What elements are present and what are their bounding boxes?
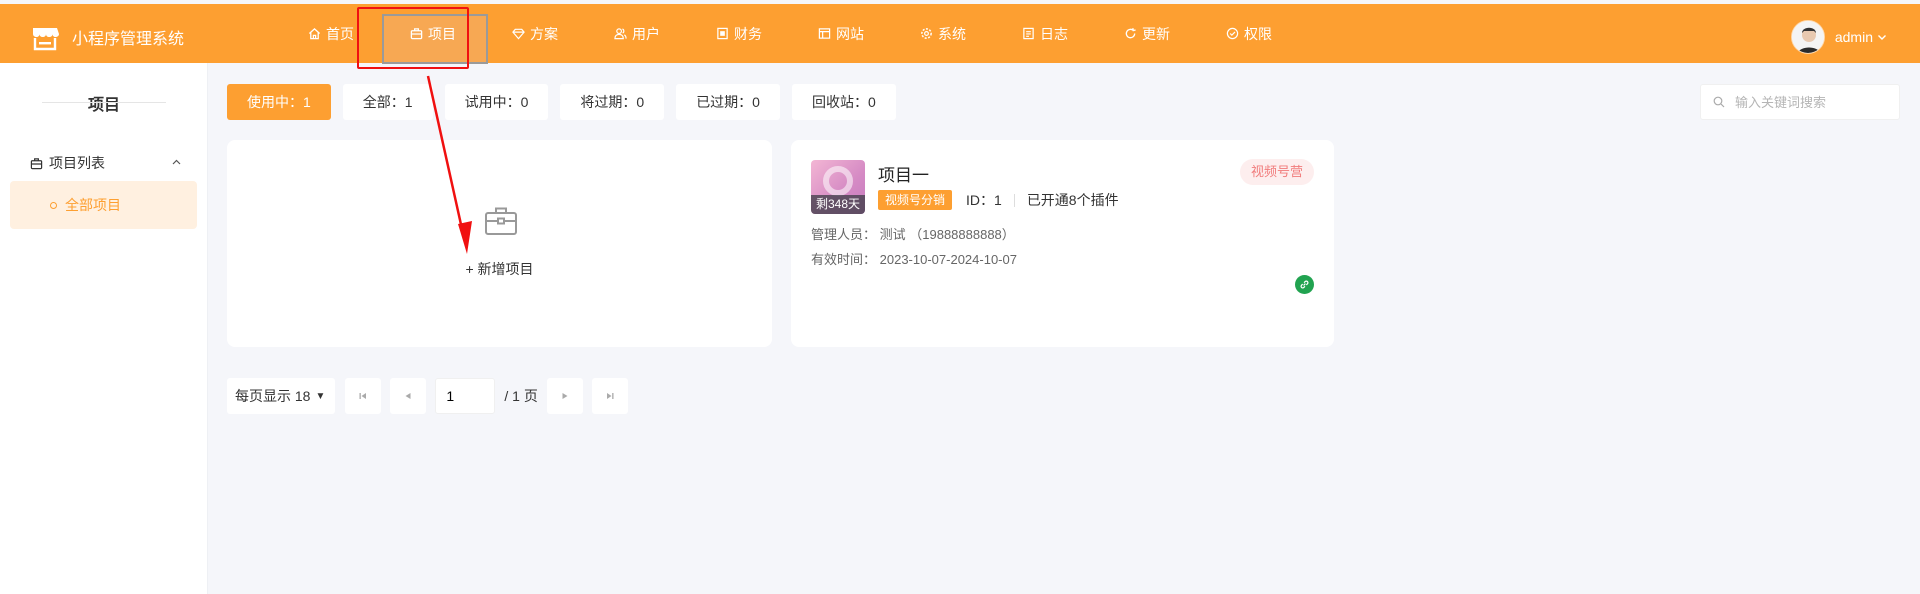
divider (1013, 193, 1015, 207)
tab-recycle-bin[interactable]: 回收站：0 (791, 84, 896, 120)
website-icon (818, 28, 831, 39)
gear-icon (921, 28, 932, 39)
status-filter-tabs: 使用中：1 全部：1 试用中：0 将过期：0 已过期：0 回收站：0 (227, 84, 908, 120)
store-logo-icon (33, 28, 59, 51)
top-navbar: 小程序管理系统 首页 项目 方案 用户 财务 网站 系统 日志 更新 权限 ad… (0, 4, 1920, 64)
main-nav: 首页 项目 方案 用户 财务 网站 系统 日志 更新 权限 (280, 4, 1300, 64)
plugin-count: 已开通8个插件 (1026, 192, 1119, 208)
first-page-button[interactable] (345, 378, 382, 414)
project-thumbnail: 剩348天 (811, 160, 865, 214)
nav-label: 权限 (1244, 25, 1272, 42)
tab-in-use[interactable]: 使用中：1 (227, 84, 331, 120)
home-icon (308, 27, 321, 40)
valid-value: 2023-10-07-2024-10-07 (879, 252, 1017, 267)
page-size-value: 每页显示 18 (235, 388, 311, 404)
log-icon (1023, 27, 1034, 40)
project-id: ID：1 (966, 192, 1002, 208)
nav-label: 首页 (326, 25, 354, 42)
nav-label: 日志 (1040, 25, 1068, 42)
sidebar-item-label: 全部项目 (65, 197, 121, 213)
prev-page-icon (405, 393, 411, 399)
pagination: 每页显示 18 ▼ / 1 页 (227, 378, 637, 414)
nav-label: 财务 (734, 25, 762, 42)
chain-link-icon (1300, 280, 1309, 289)
shield-check-icon (1226, 27, 1239, 40)
nav-permission[interactable]: 权限 (1198, 4, 1300, 63)
days-left-badge: 剩348天 (811, 195, 865, 214)
nav-finance[interactable]: 财务 (688, 4, 790, 63)
nav-label: 方案 (530, 25, 558, 42)
add-project-label: + 新增项目 (465, 261, 534, 277)
sidebar-title-text: 项目 (87, 97, 120, 114)
nav-project[interactable]: 项目 (382, 4, 488, 64)
diamond-icon (512, 28, 525, 40)
nav-label: 用户 (632, 25, 660, 42)
chevron-up-icon (172, 159, 181, 165)
divider (42, 102, 104, 103)
refresh-icon (1125, 27, 1136, 39)
app-brand[interactable]: 小程序管理系统 (30, 22, 184, 52)
next-page-button[interactable] (546, 378, 583, 414)
sidebar-item-all-projects[interactable]: 全部项目 (10, 181, 197, 229)
first-page-icon (359, 393, 367, 399)
briefcase-icon (30, 157, 43, 169)
nav-home[interactable]: 首页 (280, 4, 382, 63)
nav-label: 更新 (1142, 25, 1170, 42)
users-icon (614, 28, 627, 40)
nav-plan[interactable]: 方案 (484, 4, 586, 63)
avatar (1790, 20, 1825, 54)
add-project-card[interactable]: + 新增项目 (227, 140, 772, 347)
nav-users[interactable]: 用户 (586, 4, 688, 63)
link-icon[interactable] (1295, 275, 1314, 294)
search-input[interactable] (1735, 94, 1885, 110)
prev-page-button[interactable] (390, 378, 427, 414)
page-number-input[interactable] (435, 378, 496, 414)
sidebar: 项目 项目列表 全部项目 (0, 63, 208, 594)
tab-trial[interactable]: 试用中：0 (444, 84, 549, 120)
nav-website[interactable]: 网站 (790, 4, 892, 63)
caret-down-icon: ▼ (315, 390, 326, 402)
bullet-icon (50, 201, 57, 209)
nav-system[interactable]: 系统 (892, 4, 994, 63)
tab-expiring[interactable]: 将过期：0 (560, 84, 665, 120)
last-page-button[interactable] (591, 378, 628, 414)
last-page-icon (606, 393, 614, 399)
app-title: 小程序管理系统 (72, 31, 185, 48)
briefcase-icon (485, 207, 517, 235)
nav-label: 项目 (428, 25, 456, 42)
page-size-select[interactable]: 每页显示 18 ▼ (227, 378, 336, 414)
project-type-badge: 视频号分销 (878, 190, 953, 210)
username: admin (1834, 29, 1873, 45)
page-total: / 1 页 (504, 388, 538, 404)
manager-label: 管理人员： (811, 227, 877, 242)
project-meta: 视频号分销 ID：1 已开通8个插件 (878, 190, 1119, 210)
next-page-icon (562, 393, 568, 399)
sidebar-title: 项目 (0, 91, 208, 115)
project-validity: 有效时间： 2023-10-07-2024-10-07 (811, 249, 1017, 268)
user-menu[interactable]: admin (1790, 19, 1887, 55)
project-card[interactable]: 剩348天 项目一 视频号营 视频号分销 ID：1 已开通8个插件 管理人员： … (791, 140, 1334, 347)
search-icon (1713, 96, 1725, 108)
project-manager: 管理人员： 测试 （19888888888） (811, 224, 1015, 243)
divider (104, 102, 166, 103)
nav-label: 网站 (836, 25, 864, 42)
tab-all[interactable]: 全部：1 (342, 84, 433, 120)
tab-expired[interactable]: 已过期：0 (676, 84, 780, 120)
search-box (1700, 84, 1900, 120)
nav-label: 系统 (938, 25, 966, 42)
briefcase-icon (410, 28, 423, 40)
sidebar-group-project-list[interactable]: 项目列表 (0, 143, 208, 183)
nav-update[interactable]: 更新 (1096, 4, 1198, 63)
valid-label: 有效时间： (811, 252, 877, 267)
thumbnail-ring-icon (823, 166, 853, 196)
manager-value: 测试 （19888888888） (879, 227, 1015, 242)
project-type-tag: 视频号营 (1239, 159, 1314, 185)
chevron-down-icon (1878, 35, 1886, 40)
sidebar-group-label: 项目列表 (49, 155, 105, 171)
user-avatar-icon (1791, 21, 1824, 53)
finance-icon (717, 27, 728, 40)
project-name[interactable]: 项目一 (878, 161, 929, 186)
nav-log[interactable]: 日志 (994, 4, 1096, 63)
